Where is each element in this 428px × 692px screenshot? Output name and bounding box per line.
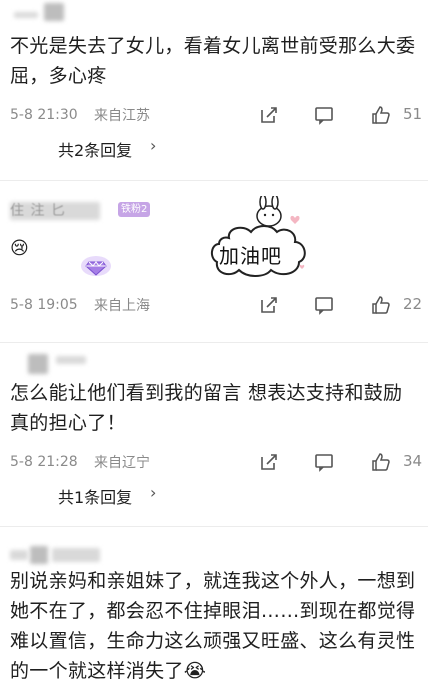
comment-3-user[interactable] [0, 352, 428, 378]
comment-icon[interactable] [313, 451, 335, 473]
comment-location: 来自上海 [94, 298, 150, 314]
comment-4-text: 别说亲妈和亲姐妹了，就连我这个外人，一想到她不在了，都会忍不住掉眼泪……到现在都… [10, 570, 416, 682]
comment-location: 来自江苏 [94, 108, 150, 124]
comment-4: 别说亲妈和亲姐妹了，就连我这个外人，一想到她不在了，都会忍不住掉眼泪……到现在都… [0, 526, 428, 692]
comment-icon[interactable] [313, 104, 335, 126]
cheer-sticker: 加油吧 [205, 194, 315, 286]
comment-icon[interactable] [313, 294, 335, 316]
comment-1-user[interactable] [0, 0, 428, 26]
comment-3-text: 怎么能让他们看到我的留言 想表达支持和鼓励 真的担心了！ [10, 382, 403, 434]
thumbs-up-icon[interactable] [370, 104, 392, 126]
chevron-right-icon: › [150, 483, 157, 502]
comment-2-meta: 5-8 19:05 来自上海 22 [0, 289, 428, 321]
comment-3-meta: 5-8 21:28 来自辽宁 34 [0, 446, 428, 478]
comment-4-user[interactable] [0, 546, 428, 566]
share-icon[interactable] [258, 451, 280, 473]
user-avatar-blur [30, 546, 48, 564]
user-name-blur [56, 356, 86, 364]
comment-date: 5-8 19:05 [10, 297, 78, 313]
comment-3: 怎么能让他们看到我的留言 想表达支持和鼓励 真的担心了！ 5-8 21:28 来… [0, 342, 428, 522]
crying-emoji: 😢 [10, 238, 29, 259]
comment-location: 来自辽宁 [94, 455, 150, 471]
sticker-text: 加油吧 [219, 244, 282, 268]
chevron-right-icon: › [150, 136, 157, 155]
diamond-badge-icon [80, 254, 112, 282]
share-icon[interactable] [258, 104, 280, 126]
comment-1: 不光是失去了女儿，看着女儿离世前受那么大委屈，多心疼 5-8 21:30 来自江… [0, 0, 428, 180]
like-count: 51 [403, 105, 423, 123]
user-avatar-blur [44, 3, 64, 21]
thumbs-up-icon[interactable] [370, 294, 392, 316]
replies-label: 共1条回复 [58, 488, 133, 507]
user-avatar-blur [28, 354, 48, 374]
comment-2: 住 注 匕 铁粉2 😢 加油吧 5-8 19:05 来自上海 22 [0, 180, 428, 330]
like-count: 34 [403, 452, 423, 470]
user-name-blur [14, 12, 38, 18]
like-count: 22 [403, 295, 423, 313]
comment-1-meta: 5-8 21:30 来自江苏 51 [0, 99, 428, 131]
comment-1-replies-link[interactable]: 共2条回复 › [0, 133, 428, 163]
replies-label: 共2条回复 [58, 141, 133, 160]
user-name-obscured: 住 注 匕 [10, 203, 66, 219]
user-name-blur [10, 550, 28, 560]
thumbs-up-icon[interactable] [370, 451, 392, 473]
comment-date: 5-8 21:28 [10, 454, 78, 470]
share-icon[interactable] [258, 294, 280, 316]
user-name-blur [52, 548, 100, 562]
comment-1-text: 不光是失去了女儿，看着女儿离世前受那么大委屈，多心疼 [10, 35, 416, 87]
comment-3-replies-link[interactable]: 共1条回复 › [0, 480, 428, 510]
comment-date: 5-8 21:30 [10, 107, 78, 123]
fan-badge: 铁粉2 [118, 202, 151, 217]
